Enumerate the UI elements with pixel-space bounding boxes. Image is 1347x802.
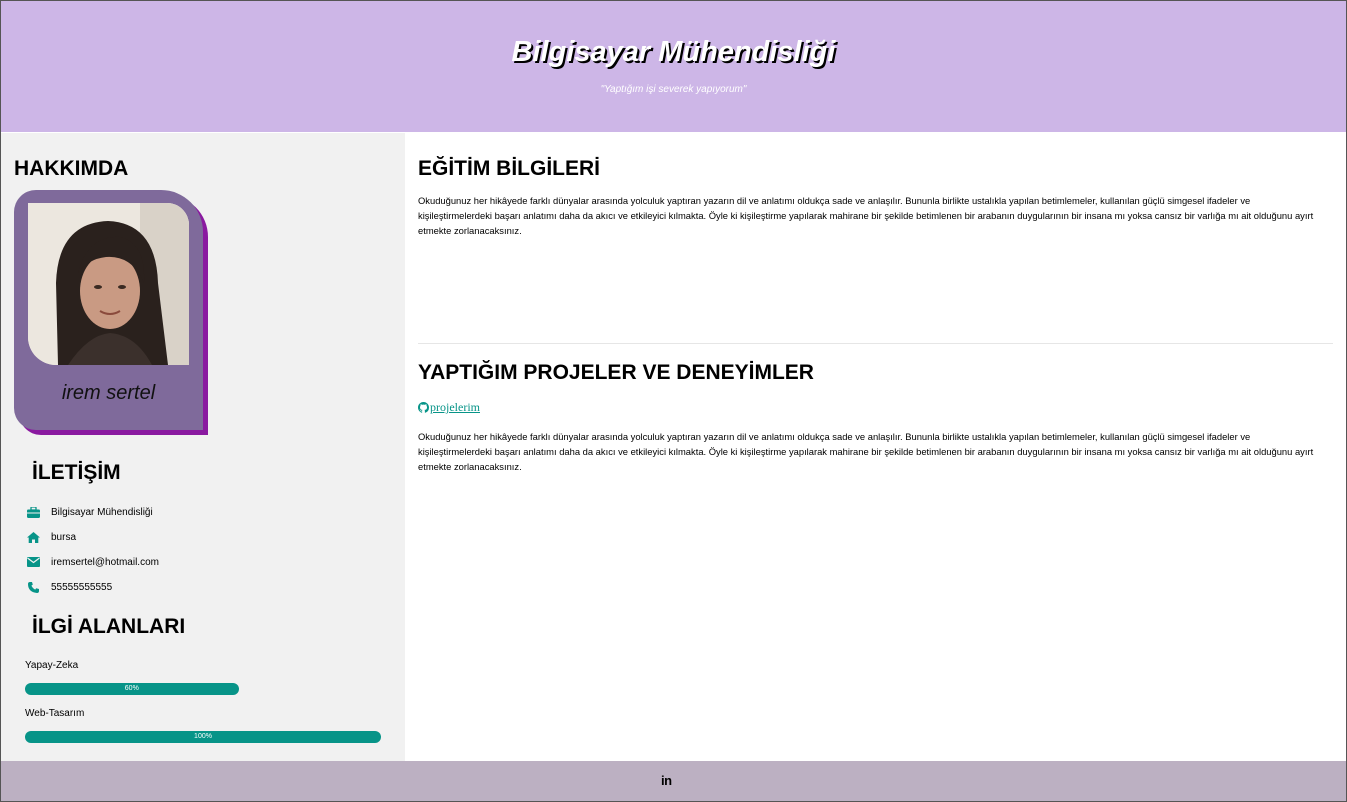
contact-item-department: Bilgisayar Mühendisliği bbox=[25, 504, 153, 520]
skill-bar-ai: 60% bbox=[25, 683, 381, 695]
profile-name: irem sertel bbox=[61, 382, 156, 404]
section-divider bbox=[418, 343, 1333, 344]
page-header: Bilgisayar Mühendisliği "Yaptığım işi se… bbox=[1, 1, 1346, 132]
skill-fill-web: 100% bbox=[25, 731, 381, 743]
home-icon bbox=[25, 530, 41, 544]
main-content: EĞİTİM BİLGİLERİ Okuduğunuz her hikâyede… bbox=[405, 133, 1346, 761]
contact-text: bursa bbox=[51, 531, 77, 543]
skill-label-web: Web-Tasarım bbox=[25, 708, 85, 719]
contact-item-city: bursa bbox=[25, 529, 76, 545]
envelope-icon bbox=[25, 555, 41, 569]
skill-label-ai: Yapay-Zeka bbox=[25, 660, 79, 671]
header-subtitle: "Yaptığım işi severek yapıyorum" bbox=[600, 84, 747, 95]
projects-text: Okuduğunuz her hikâyede farklı dünyalar … bbox=[418, 431, 1314, 472]
github-icon bbox=[418, 402, 429, 413]
profile-photo bbox=[28, 203, 189, 365]
projects-link[interactable]: projelerim bbox=[418, 400, 480, 415]
interests-heading: İLGİ ALANLARI bbox=[32, 615, 186, 638]
contact-item-phone: 55555555555 bbox=[25, 579, 112, 595]
profile-photo-image bbox=[28, 203, 189, 365]
linkedin-icon[interactable]: in bbox=[661, 773, 672, 788]
skill-fill-ai: 60% bbox=[25, 683, 239, 695]
education-heading: EĞİTİM BİLGİLERİ bbox=[418, 157, 600, 180]
contact-item-email: iremsertel@hotmail.com bbox=[25, 554, 159, 570]
about-heading: HAKKIMDA bbox=[14, 157, 129, 180]
skill-bar-web: 100% bbox=[25, 731, 381, 743]
contact-text: Bilgisayar Mühendisliği bbox=[51, 506, 153, 518]
projects-heading: YAPTIĞIM PROJELER VE DENEYİMLER bbox=[418, 361, 814, 384]
page-footer: in bbox=[1, 761, 1346, 801]
projects-link-label: projelerim bbox=[430, 400, 480, 414]
contact-heading: İLETİŞİM bbox=[32, 461, 121, 484]
phone-icon bbox=[25, 580, 41, 594]
contact-text: iremsertel@hotmail.com bbox=[51, 556, 159, 568]
sidebar: HAKKIMDA irem sertel İLETİŞİM Bilgisayar… bbox=[1, 133, 405, 761]
education-text: Okuduğunuz her hikâyede farklı dünyalar … bbox=[418, 195, 1314, 236]
header-title: Bilgisayar Mühendisliği bbox=[511, 36, 836, 68]
contact-text: 55555555555 bbox=[51, 581, 113, 593]
profile-card: irem sertel bbox=[14, 190, 203, 430]
briefcase-icon bbox=[25, 505, 41, 519]
